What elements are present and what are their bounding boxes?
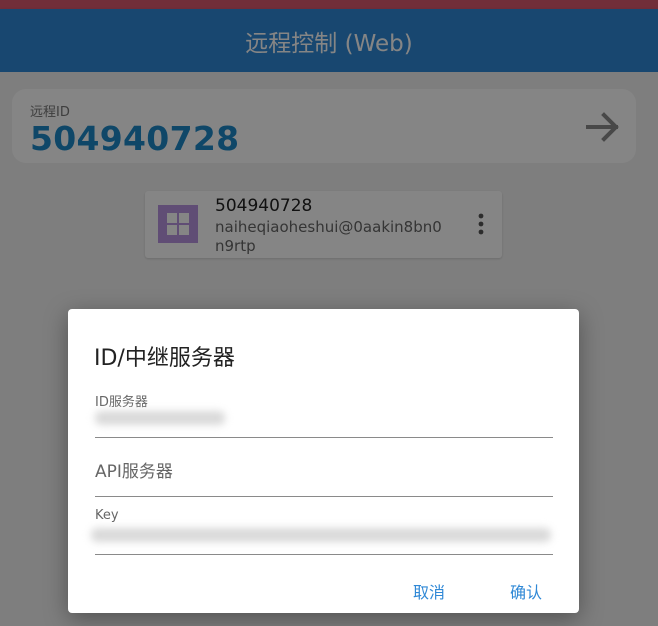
api-server-field[interactable]: API服务器	[95, 447, 553, 497]
id-server-value-redacted	[95, 411, 225, 425]
dialog-title: ID/中继服务器	[94, 346, 235, 371]
key-value-redacted	[91, 528, 551, 542]
key-field[interactable]: Key	[91, 505, 553, 555]
api-server-placeholder: API服务器	[95, 462, 173, 482]
cancel-button[interactable]: 取消	[413, 579, 445, 603]
key-label: Key	[95, 508, 119, 523]
id-server-field[interactable]: ID服务器	[95, 387, 553, 438]
confirm-button[interactable]: 确认	[510, 579, 542, 603]
server-settings-dialog: ID/中继服务器 ID服务器 API服务器 Key 取消 确认	[68, 309, 579, 613]
id-server-label: ID服务器	[95, 395, 148, 410]
